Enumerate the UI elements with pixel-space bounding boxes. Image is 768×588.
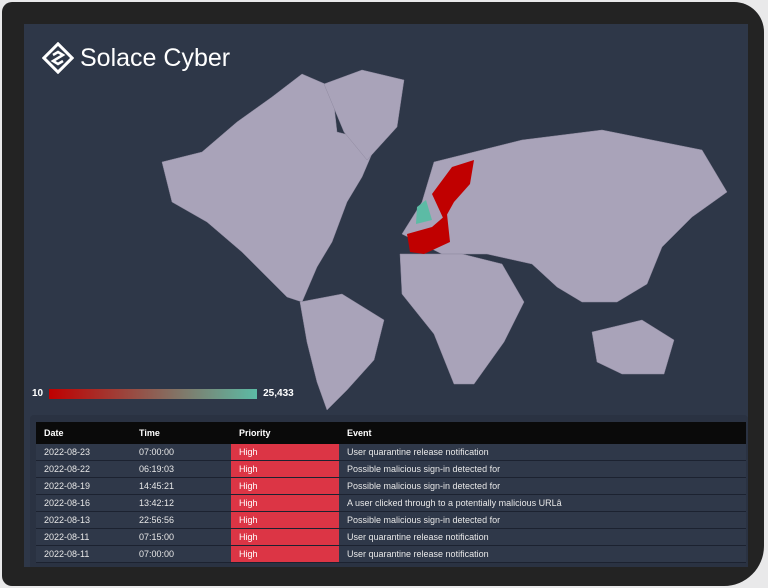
table-row[interactable]: 2022-08-22 06:19:03 High Possible malicious… xyxy=(36,460,746,478)
cell-time: 22:56:56 xyxy=(131,511,231,529)
col-priority[interactable]: Priority xyxy=(231,422,339,444)
cell-event: User quarantine release notification xyxy=(339,545,746,563)
table-row[interactable]: 2022-08-19 14:45:21 High Possible malicious… xyxy=(36,477,746,495)
table-row[interactable]: 2022-08-16 13:42:12 High A user clicked thr… xyxy=(36,494,746,512)
dashboard-screen: Solace Cyber 10 25,433 Date Time Priorit… xyxy=(24,24,748,567)
solace-logo-icon xyxy=(42,42,74,74)
cell-time: 14:45:21 xyxy=(131,477,231,495)
legend-min: 10 xyxy=(32,388,44,399)
events-table: Date Time Priority Event 2022-08-23 07:00… xyxy=(36,422,746,563)
cell-event: A user clicked through to a potentially … xyxy=(339,494,746,512)
brand-name: Solace Cyber xyxy=(80,43,231,72)
cell-time: 06:19:03 xyxy=(131,460,231,478)
cell-priority: High xyxy=(231,494,339,512)
table-header: Date Time Priority Event xyxy=(36,422,746,444)
cell-priority: High xyxy=(231,477,339,495)
col-time[interactable]: Time xyxy=(131,422,231,444)
cell-priority: High xyxy=(231,460,339,478)
cell-event: Possible malicious sign-in detected for xyxy=(339,477,746,495)
cell-time: 07:00:00 xyxy=(131,444,231,461)
cell-date: 2022-08-22 xyxy=(36,460,131,478)
tablet-frame: Solace Cyber 10 25,433 Date Time Priorit… xyxy=(2,2,764,586)
cell-event: Possible malicious sign-in detected for xyxy=(339,460,746,478)
legend-max: 25,433 xyxy=(263,388,294,399)
world-map[interactable] xyxy=(24,24,748,424)
cell-date: 2022-08-16 xyxy=(36,494,131,512)
cell-date: 2022-08-11 xyxy=(36,528,131,546)
table-row[interactable]: 2022-08-13 22:56:56 High Possible malicious… xyxy=(36,511,746,529)
australia[interactable] xyxy=(591,319,675,375)
cell-date: 2022-08-23 xyxy=(36,444,131,461)
cell-priority: High xyxy=(231,528,339,546)
table-row[interactable]: 2022-08-11 07:00:00 High User quarantine re… xyxy=(36,545,746,563)
cell-event: User quarantine release notification xyxy=(339,444,746,461)
cell-priority: High xyxy=(231,511,339,529)
cell-date: 2022-08-11 xyxy=(36,545,131,563)
cell-time: 07:00:00 xyxy=(131,545,231,563)
col-event[interactable]: Event xyxy=(339,422,746,444)
table-row[interactable]: 2022-08-11 07:15:00 High User quarantine re… xyxy=(36,528,746,546)
map-legend: 10 25,433 xyxy=(32,388,294,399)
legend-gradient xyxy=(49,388,258,399)
brand-logo: Solace Cyber xyxy=(42,42,230,74)
cell-time: 07:15:00 xyxy=(131,528,231,546)
cell-date: 2022-08-13 xyxy=(36,511,131,529)
africa[interactable] xyxy=(399,253,525,385)
col-date[interactable]: Date xyxy=(36,422,131,444)
cell-priority: High xyxy=(231,444,339,461)
cell-event: User quarantine release notification xyxy=(339,528,746,546)
south-america[interactable] xyxy=(299,293,385,411)
cell-date: 2022-08-19 xyxy=(36,477,131,495)
cell-event: Possible malicious sign-in detected for xyxy=(339,511,746,529)
cell-priority: High xyxy=(231,545,339,563)
cell-time: 13:42:12 xyxy=(131,494,231,512)
table-row[interactable]: 2022-08-23 07:00:00 High User quarantine re… xyxy=(36,444,746,461)
